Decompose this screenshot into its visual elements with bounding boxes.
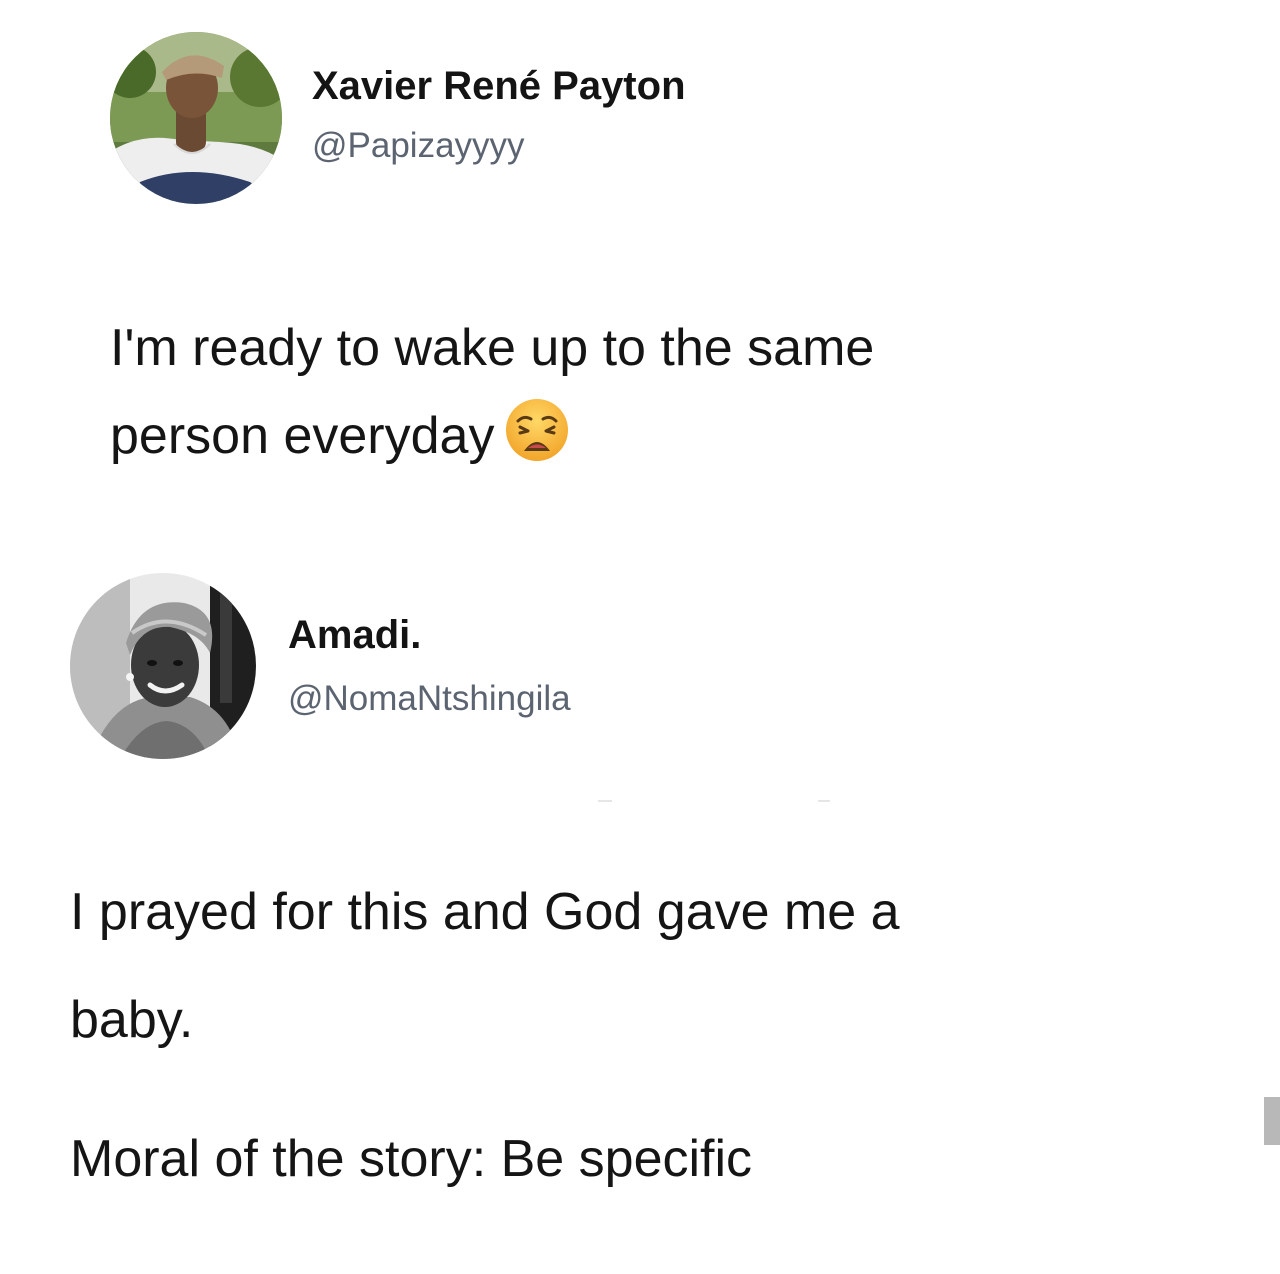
weary-face-icon <box>504 397 570 463</box>
user-handle[interactable]: @Papizayyyy <box>312 126 525 166</box>
profile-photo-woman-headwrap-icon <box>70 573 256 759</box>
tweet-text-line: I'm ready to wake up to the same <box>110 319 875 377</box>
tweet-text-line: I prayed for this and God gave me a <box>70 883 900 941</box>
user-handle[interactable]: @NomaNtshingila <box>288 679 571 719</box>
display-name[interactable]: Xavier René Payton <box>312 64 686 109</box>
avatar[interactable] <box>70 573 256 759</box>
edge-scroll-mark <box>1264 1097 1280 1145</box>
divider <box>818 800 830 802</box>
tweet-text-segment: person everyday <box>110 407 495 465</box>
tweet-text-line: baby. <box>70 991 194 1049</box>
tweet-text-line: person everyday <box>110 392 570 480</box>
tweet-xavier: Xavier René Payton @Papizayyyy I'm ready… <box>0 0 1280 560</box>
display-name[interactable]: Amadi. <box>288 613 421 658</box>
avatar[interactable] <box>110 32 282 204</box>
divider <box>598 800 612 802</box>
tweet-text-line: Moral of the story: Be specific <box>70 1130 753 1188</box>
profile-photo-man-cap-icon <box>110 32 282 204</box>
